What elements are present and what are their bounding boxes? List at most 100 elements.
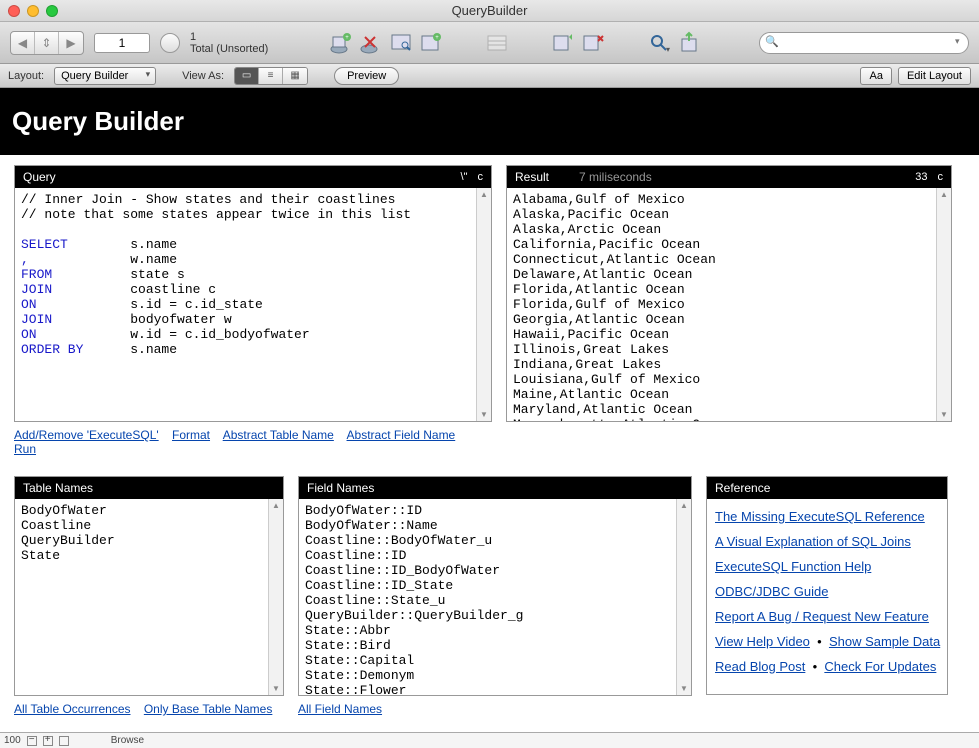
ref-link[interactable]: ODBC/JDBC Guide [715,584,828,599]
slider-handle-icon[interactable]: ⇕ [35,32,59,54]
tables-panel-title: Table Names [23,481,93,495]
record-status: Total (Unsorted) [190,43,268,55]
ref-link[interactable]: A Visual Explanation of SQL Joins [715,534,911,549]
query-body: // Inner Join - Show states and their co… [15,188,491,421]
status-bar: 100 − + Browse [0,732,979,748]
viewas-switch: ▭ ≡ ▦ [234,67,308,85]
check-updates-link[interactable]: Check For Updates [824,659,936,674]
result-count: 33 [915,171,927,183]
reference-panel-header: Reference [707,477,947,499]
ref-link[interactable]: The Missing ExecuteSQL Reference [715,509,925,524]
record-number-input[interactable]: 1 [94,33,150,53]
new-record-icon[interactable]: + [328,30,354,56]
query-badge-c[interactable]: c [478,171,484,183]
tables-list[interactable]: BodyOfWater Coastline QueryBuilder State [15,499,283,695]
tables-body: BodyOfWater Coastline QueryBuilder State [15,499,283,695]
result-panel-title: Result [515,170,549,184]
zoom-icon[interactable] [46,5,58,17]
next-record-button[interactable]: ▶ [59,32,83,54]
search-dropdown-icon[interactable]: ▾ [646,30,672,56]
result-badge-c[interactable]: c [938,171,944,183]
scrollbar-icon[interactable] [676,499,691,695]
fields-panel: Field Names BodyOfWater::ID BodyOfWater:… [298,476,692,696]
ref-link[interactable]: Report A Bug / Request New Feature [715,609,929,624]
delete-record-icon[interactable] [358,30,384,56]
query-panel-header: Query \" c [15,166,491,188]
viewas-label: View As: [182,70,224,82]
ref-link[interactable]: ExecuteSQL Function Help [715,559,871,574]
main-toolbar: ◀ ⇕ ▶ 1 1 Total (Unsorted) + + [0,22,979,64]
layout-bar: Layout: Query Builder View As: ▭ ≡ ▦ Pre… [0,64,979,88]
layout-select[interactable]: Query Builder [54,67,156,85]
abstract-table-link[interactable]: Abstract Table Name [223,428,334,442]
layout-label: Layout: [8,70,44,82]
reference-panel-title: Reference [715,481,770,495]
view-form-button[interactable]: ▭ [235,68,259,84]
fields-list[interactable]: BodyOfWater::ID BodyOfWater::Name Coastl… [299,499,691,695]
abstract-field-link[interactable]: Abstract Field Name [347,428,456,442]
table-icon[interactable] [484,30,510,56]
record-ops: + + [328,30,444,56]
record-nav: ◀ ⇕ ▶ [10,31,84,55]
sort-desc-icon[interactable] [580,30,606,56]
read-blog-link[interactable]: Read Blog Post [715,659,805,674]
tables-panel: Table Names BodyOfWater Coastline QueryB… [14,476,284,696]
query-panel-title: Query [23,170,56,184]
scrollbar-icon[interactable] [936,188,951,421]
all-occurrences-link[interactable]: All Table Occurrences [14,702,131,716]
format-link[interactable]: Format [172,428,210,442]
tables-links: All Table Occurrences Only Base Table Na… [14,696,284,722]
edit-layout-button[interactable]: Edit Layout [898,67,971,85]
search-input[interactable] [759,32,969,54]
svg-text:+: + [436,35,440,41]
scrollbar-icon[interactable] [268,499,283,695]
zoom-out-icon[interactable]: − [27,736,37,746]
zoom-in-icon[interactable]: + [43,736,53,746]
record-meta: 1 Total (Unsorted) [190,31,268,55]
pie-icon[interactable] [160,33,180,53]
base-names-link[interactable]: Only Base Table Names [144,702,273,716]
scrollbar-icon[interactable] [476,188,491,421]
query-badge-quote[interactable]: \" [461,171,468,183]
find-icon[interactable] [388,30,414,56]
sort-asc-icon[interactable] [550,30,576,56]
reference-body: The Missing ExecuteSQL Reference A Visua… [707,499,947,694]
result-panel-header: Result 7 miliseconds 33 c [507,166,951,188]
help-video-link[interactable]: View Help Video [715,634,810,649]
query-textarea[interactable]: // Inner Join - Show states and their co… [15,188,491,421]
zoom-level[interactable]: 100 [4,735,21,746]
new-window-icon[interactable]: + [418,30,444,56]
view-table-button[interactable]: ▦ [283,68,307,84]
window-titlebar: QueryBuilder [0,0,979,22]
minimize-icon[interactable] [27,5,39,17]
export-icon[interactable] [676,30,702,56]
run-link[interactable]: Run [14,442,36,456]
reference-panel: Reference The Missing ExecuteSQL Referen… [706,476,948,695]
svg-text:+: + [346,35,350,41]
prev-record-button[interactable]: ◀ [11,32,35,54]
page-title: Query Builder [0,88,979,155]
extra-ops: ▾ [646,30,702,56]
svg-text:▾: ▾ [666,45,670,54]
preview-button[interactable]: Preview [334,67,399,85]
main-content: Query \" c // Inner Join - Show states a… [0,155,979,732]
fields-panel-header: Field Names [299,477,691,499]
record-count: 1 [190,31,268,43]
tables-panel-header: Table Names [15,477,283,499]
add-remove-link[interactable]: Add/Remove 'ExecuteSQL' [14,428,159,442]
fields-panel-title: Field Names [307,481,374,495]
aa-button[interactable]: Aa [860,67,891,85]
fields-links: All Field Names [298,696,692,722]
lock-icon[interactable] [59,736,69,746]
search-wrap [759,32,969,54]
mode-label[interactable]: Browse [111,735,144,746]
close-icon[interactable] [8,5,20,17]
view-list-button[interactable]: ≡ [259,68,283,84]
traffic-lights [0,5,58,17]
result-list[interactable]: Alabama,Gulf of Mexico Alaska,Pacific Oc… [507,188,951,421]
fields-body: BodyOfWater::ID BodyOfWater::Name Coastl… [299,499,691,695]
all-fields-link[interactable]: All Field Names [298,702,382,716]
query-links: Add/Remove 'ExecuteSQL' Format Abstract … [14,422,492,462]
result-body: Alabama,Gulf of Mexico Alaska,Pacific Oc… [507,188,951,421]
sample-data-link[interactable]: Show Sample Data [829,634,940,649]
